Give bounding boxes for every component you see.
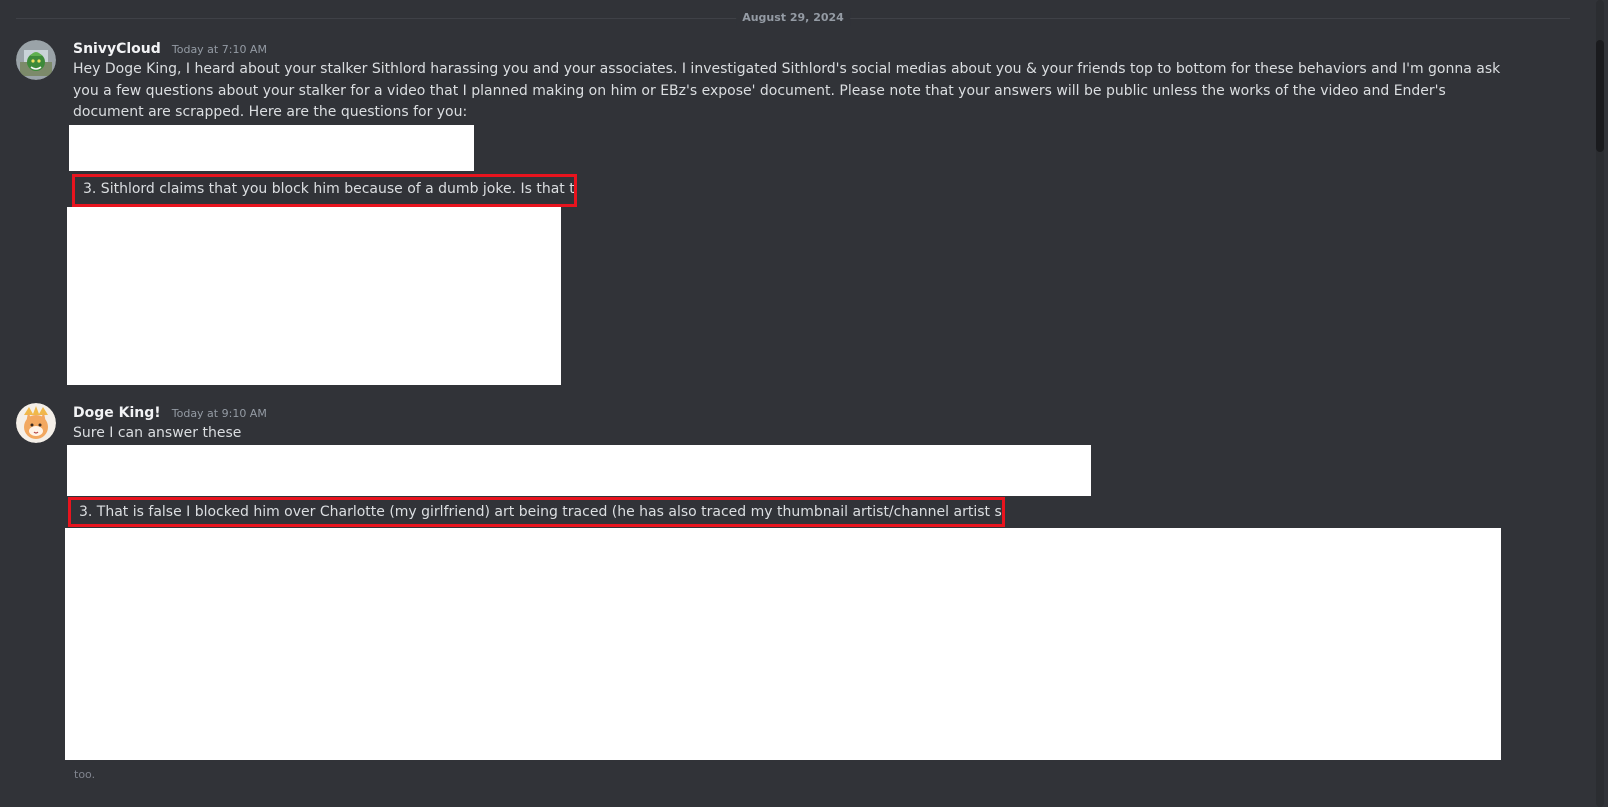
message-content: Sure I can answer these	[73, 425, 242, 441]
cut-off-text: too.	[74, 768, 96, 781]
redacted-image	[69, 125, 474, 171]
redacted-image	[67, 207, 561, 385]
highlighted-answer-text: 3. That is false I blocked him over Char…	[79, 504, 1005, 520]
avatar[interactable]	[16, 40, 56, 80]
doge-king-avatar-icon	[16, 403, 56, 443]
message-timestamp[interactable]: Today at 9:10 AM	[172, 407, 267, 420]
avatar[interactable]	[16, 403, 56, 443]
message-timestamp[interactable]: Today at 7:10 AM	[172, 43, 267, 56]
message-content: Hey Doge King, I heard about your stalke…	[73, 61, 1501, 120]
message-header: Doge King! Today at 9:10 AM	[73, 402, 267, 424]
redacted-image	[65, 528, 1501, 760]
username[interactable]: Doge King!	[73, 405, 161, 421]
highlighted-question: 3. Sithlord claims that you block him be…	[72, 174, 577, 207]
message-header: SnivyCloud Today at 7:10 AM	[73, 38, 267, 60]
username[interactable]: SnivyCloud	[73, 41, 161, 57]
scrollbar-thumb[interactable]	[1596, 40, 1604, 152]
date-divider: August 29, 2024	[16, 10, 1570, 26]
highlighted-answer: 3. That is false I blocked him over Char…	[68, 497, 1005, 527]
date-divider-label: August 29, 2024	[736, 10, 850, 26]
highlighted-question-text: 3. Sithlord claims that you block him be…	[83, 181, 577, 197]
snivycloud-avatar-icon	[16, 40, 56, 80]
redacted-image	[67, 445, 1091, 496]
